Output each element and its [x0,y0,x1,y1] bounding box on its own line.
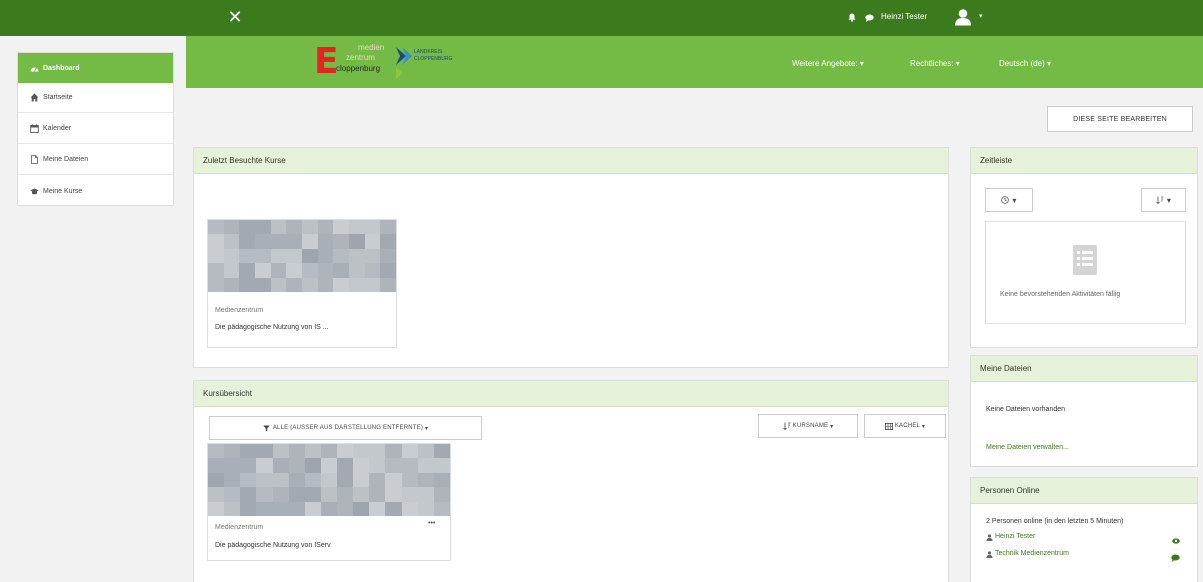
sort-icon [782,422,791,430]
files-empty-text: Keine Dateien vorhanden [986,406,1066,413]
nav-rechtliches[interactable]: Rechtliches: ▾ [910,59,960,68]
sidebar-item-label: Startseite [43,94,73,101]
block-title: Zeitleiste [971,148,1197,174]
top-navbar: ✕ Heinzi Tester ▾ [0,0,1203,36]
online-user-name[interactable]: Heinzi Tester [995,533,1035,540]
sidebar-item-label: Meine Kurse [43,187,83,195]
block-title: Meine Dateien [971,356,1197,382]
my-files-block: Meine Dateien Keine Dateien vorhanden Me… [970,355,1198,467]
filter-dropdown-button[interactable]: ALLE (AUSSER AUS DARSTELLUNG ENTFERNTE) … [209,416,482,440]
bell-icon[interactable] [848,13,856,22]
filter-icon [263,425,270,431]
site-logo[interactable]: E medien zentrum cloppenburg LANDKREIS C… [314,41,474,83]
user-menu-caret-icon[interactable]: ▾ [979,12,983,20]
course-category: Medienzentrum [215,307,264,314]
sidebar-item-kalender[interactable]: Kalender [18,114,173,144]
course-image[interactable] [208,220,396,292]
grid-icon [884,422,893,430]
timeline-block: Zeitleiste ▾ ▾ Keine bevorstehenden Akti… [970,147,1198,348]
calendar-icon [30,124,39,133]
eye-icon[interactable] [1172,538,1180,544]
course-image[interactable] [208,444,450,516]
sort-icon [1156,196,1164,204]
sidebar-item-meine-kurse[interactable]: Meine Kurse [18,176,173,206]
block-title: Personen Online [971,478,1197,504]
logo-line-3: cloppenburg [336,64,381,73]
sidebar-item-label: Dashboard [43,64,80,72]
empty-list-icon [1073,245,1097,275]
logo-line-1: medien [358,43,385,52]
nav-language[interactable]: Deutsch (de) ▾ [999,59,1051,68]
edit-page-button[interactable]: DIESE SEITE BEARBEITEN [1047,106,1193,132]
nav-weitere-angebote[interactable]: Weitere Angebote: ▾ [792,59,864,68]
user-name[interactable]: Heinzi Tester [881,12,927,21]
nav-drawer: Dashboard Startseite Kalender Meine Date… [17,52,174,206]
dashboard-icon [30,66,39,71]
user-avatar-icon[interactable] [954,8,972,26]
course-category: Medienzentrum [215,524,264,531]
home-icon [30,93,39,102]
user-icon [986,551,993,558]
timeline-empty-text: Keine bevorstehenden Aktivitäten fällig [1000,291,1121,298]
course-name[interactable]: Die pädagogische Nutzung von IServ [215,542,331,549]
graduation-cap-icon [30,188,39,194]
sort-dropdown-button[interactable]: KURSNAME ▾ [758,414,858,438]
logo-right-2: CLOPPENBURG [414,56,453,62]
logo-line-2: zentrum [346,53,375,62]
user-icon [986,534,993,541]
course-overview-block: Kursübersicht ALLE (AUSSER AUS DARSTELLU… [193,380,949,582]
sidebar-item-label: Meine Dateien [43,156,89,163]
logo-right-1: LANDKREIS [414,49,443,55]
timeline-filter-button[interactable]: ▾ [985,188,1033,212]
close-drawer-button[interactable]: ✕ [226,8,244,26]
course-card[interactable]: Medienzentrum Die pädagogische Nutzung v… [207,219,397,348]
timeline-sort-button[interactable]: ▾ [1141,188,1186,212]
sidebar-item-dashboard[interactable]: Dashboard [18,53,173,83]
logo-arrows-icon [396,47,412,79]
clock-icon [1001,196,1010,204]
sidebar-item-startseite[interactable]: Startseite [18,83,173,113]
view-dropdown-button[interactable]: KACHEL ▾ [864,414,946,438]
online-user-name[interactable]: Technik Medienzentrum [995,550,1069,557]
message-icon[interactable] [1171,554,1180,562]
block-title: Kursübersicht [194,381,948,407]
online-summary: 2 Personen online (in den letzten 5 Minu… [986,518,1124,525]
sidebar-item-meine-dateien[interactable]: Meine Dateien [18,145,173,175]
timeline-empty-panel: Keine bevorstehenden Aktivitäten fällig [985,221,1186,324]
recent-courses-block: Zuletzt Besuchte Kurse Medienzentrum Die… [193,147,949,368]
course-card[interactable]: Medienzentrum Die pädagogische Nutzung v… [207,443,451,561]
manage-files-link[interactable]: Meine Dateien verwalten... [986,444,1069,451]
sidebar-item-label: Kalender [43,125,72,132]
course-name[interactable]: Die pädagogische Nutzung von IS ... [215,324,329,331]
course-menu-button[interactable]: ••• [428,520,435,527]
chat-icon[interactable] [865,14,874,22]
file-icon [31,155,38,164]
logo-letter: E [314,41,339,82]
site-header: E medien zentrum cloppenburg LANDKREIS C… [186,36,1203,88]
block-title: Zuletzt Besuchte Kurse [194,148,948,174]
online-users-block: Personen Online 2 Personen online (in de… [970,477,1198,582]
